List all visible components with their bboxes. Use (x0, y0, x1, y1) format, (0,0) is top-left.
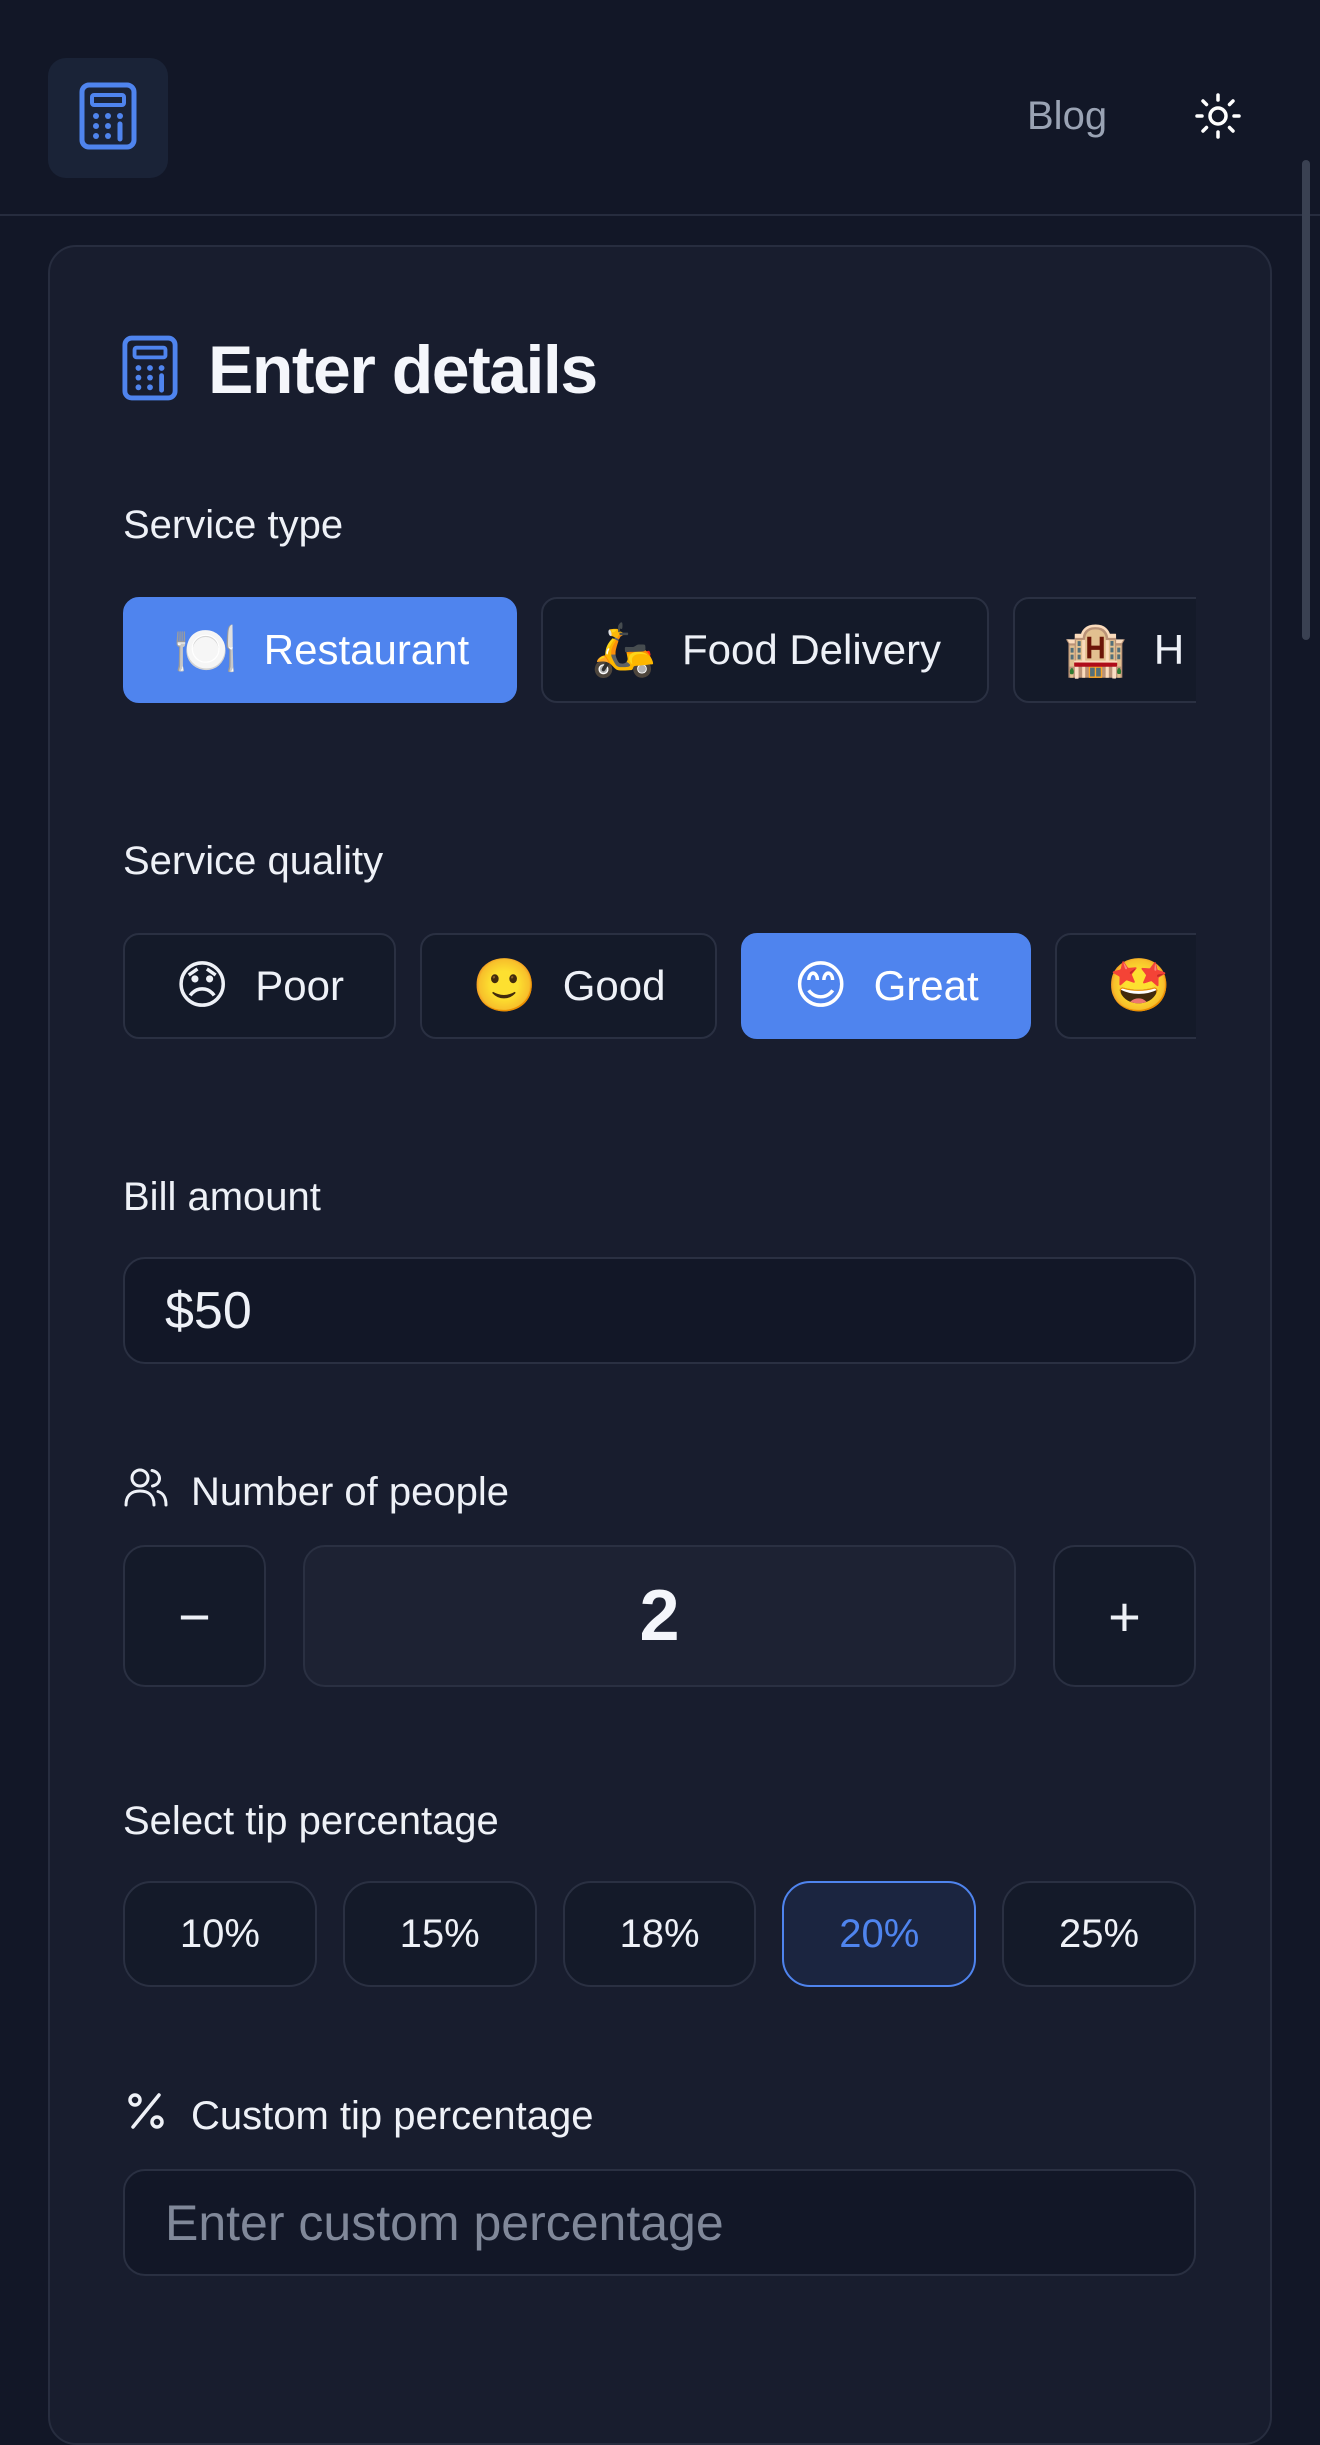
chip-label: Food Delivery (681, 626, 942, 673)
custom-tip-input[interactable]: Enter custom percentage (123, 2169, 1196, 2276)
tip-option-25[interactable]: 25% (1002, 1881, 1196, 1987)
card-title: Enter details (122, 325, 598, 415)
bill-amount-input[interactable]: $50 (123, 1257, 1196, 1364)
service-type-food-delivery[interactable]: 🛵 Food Delivery (541, 597, 990, 703)
blog-link[interactable]: Blog (1027, 94, 1107, 139)
tip-option-20[interactable]: 20% (782, 1881, 977, 1987)
tip-option-18[interactable]: 18% (562, 1881, 757, 1987)
logo-button[interactable] (48, 58, 168, 178)
custom-tip-label-text: Custom tip percentage (191, 2093, 594, 2138)
service-type-hotel[interactable]: 🏨 H (1013, 597, 1196, 703)
calculator-icon (79, 82, 137, 155)
people-label: Number of people (123, 1466, 509, 1518)
chip-label: Restaurant (263, 626, 470, 673)
page-title: Enter details (208, 332, 598, 408)
chip-label: Great (873, 962, 979, 1009)
quality-poor[interactable]: 😞 Poor (123, 933, 396, 1039)
people-label-text: Number of people (191, 1469, 509, 1514)
people-count[interactable]: 2 (303, 1545, 1016, 1687)
tip-options: 10% 15% 18% 20% 25% (123, 1881, 1196, 1987)
disappointed-face-icon: 😞 (175, 956, 230, 1016)
quality-good[interactable]: 🙂 Good (419, 933, 718, 1039)
hotel-icon: 🏨 (1063, 620, 1128, 680)
smiling-face-icon: 😊 (793, 956, 848, 1016)
slight-smile-icon: 🙂 (471, 956, 537, 1016)
chip-label: Poor (255, 962, 344, 1009)
scrollbar-thumb[interactable] (1302, 160, 1310, 640)
calculator-icon (122, 334, 178, 407)
service-type-label: Service type (123, 503, 344, 547)
plate-icon: 🍽️ (173, 620, 238, 680)
service-quality-options: 😞 Poor 🙂 Good 😊 Great 🤩 (123, 933, 1196, 1043)
top-bar: Blog (0, 0, 1320, 216)
chip-label: H (1153, 626, 1185, 673)
scooter-icon: 🛵 (591, 620, 656, 680)
chip-label: Good (562, 962, 666, 1009)
decrement-people-button[interactable]: − (123, 1545, 266, 1687)
tip-option-15[interactable]: 15% (342, 1881, 537, 1987)
percent-icon (123, 2090, 169, 2142)
increment-people-button[interactable]: + (1053, 1545, 1196, 1687)
quality-great[interactable]: 😊 Great (741, 933, 1031, 1039)
star-struck-icon: 🤩 (1106, 956, 1172, 1016)
service-quality-label: Service quality (123, 839, 384, 883)
service-type-restaurant[interactable]: 🍽️ Restaurant (123, 597, 518, 703)
service-type-options: 🍽️ Restaurant 🛵 Food Delivery 🏨 H (123, 597, 1196, 707)
quality-excellent[interactable]: 🤩 (1054, 933, 1196, 1039)
tip-option-10[interactable]: 10% (123, 1881, 317, 1987)
custom-tip-label: Custom tip percentage (123, 2090, 593, 2142)
tip-percentage-label: Select tip percentage (123, 1799, 499, 1843)
theme-toggle-button[interactable] (1192, 92, 1244, 144)
sun-icon (1194, 92, 1242, 145)
bill-amount-label: Bill amount (123, 1175, 321, 1219)
users-icon (123, 1466, 169, 1518)
